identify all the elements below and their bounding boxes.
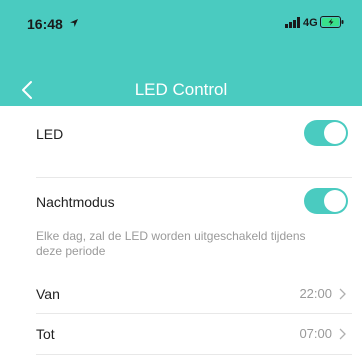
from-label: Van <box>36 286 60 302</box>
status-time: 16:48 <box>27 16 63 32</box>
signal-bars-icon <box>285 17 300 28</box>
led-toggle[interactable] <box>304 120 348 146</box>
chevron-right-icon <box>339 328 346 340</box>
page-title: LED Control <box>134 80 228 99</box>
led-row: LED <box>0 106 362 178</box>
night-mode-label: Nachtmodus <box>36 194 115 210</box>
night-mode-description: Elke dag, zal de LED worden uitgeschakel… <box>36 229 306 258</box>
night-mode-row: Nachtmodus <box>0 180 362 226</box>
network-label: 4G <box>303 17 318 29</box>
toggle-knob <box>324 190 346 212</box>
battery-icon <box>320 16 344 28</box>
to-label: Tot <box>36 326 55 342</box>
divider <box>36 354 352 355</box>
led-label: LED <box>36 126 64 142</box>
divider <box>36 177 352 178</box>
from-time-value: 22:00 <box>299 286 332 301</box>
toggle-knob <box>324 122 346 144</box>
to-time-value: 07:00 <box>299 326 332 341</box>
location-arrow-icon <box>70 19 78 27</box>
status-bar: 16:48 4G <box>0 0 362 46</box>
from-time-row[interactable]: Van 22:00 <box>0 276 362 314</box>
to-time-row[interactable]: Tot 07:00 <box>0 314 362 356</box>
header-bar: 16:48 4G LED Control <box>0 0 362 106</box>
night-mode-toggle[interactable] <box>304 188 348 214</box>
chevron-right-icon <box>339 288 346 300</box>
